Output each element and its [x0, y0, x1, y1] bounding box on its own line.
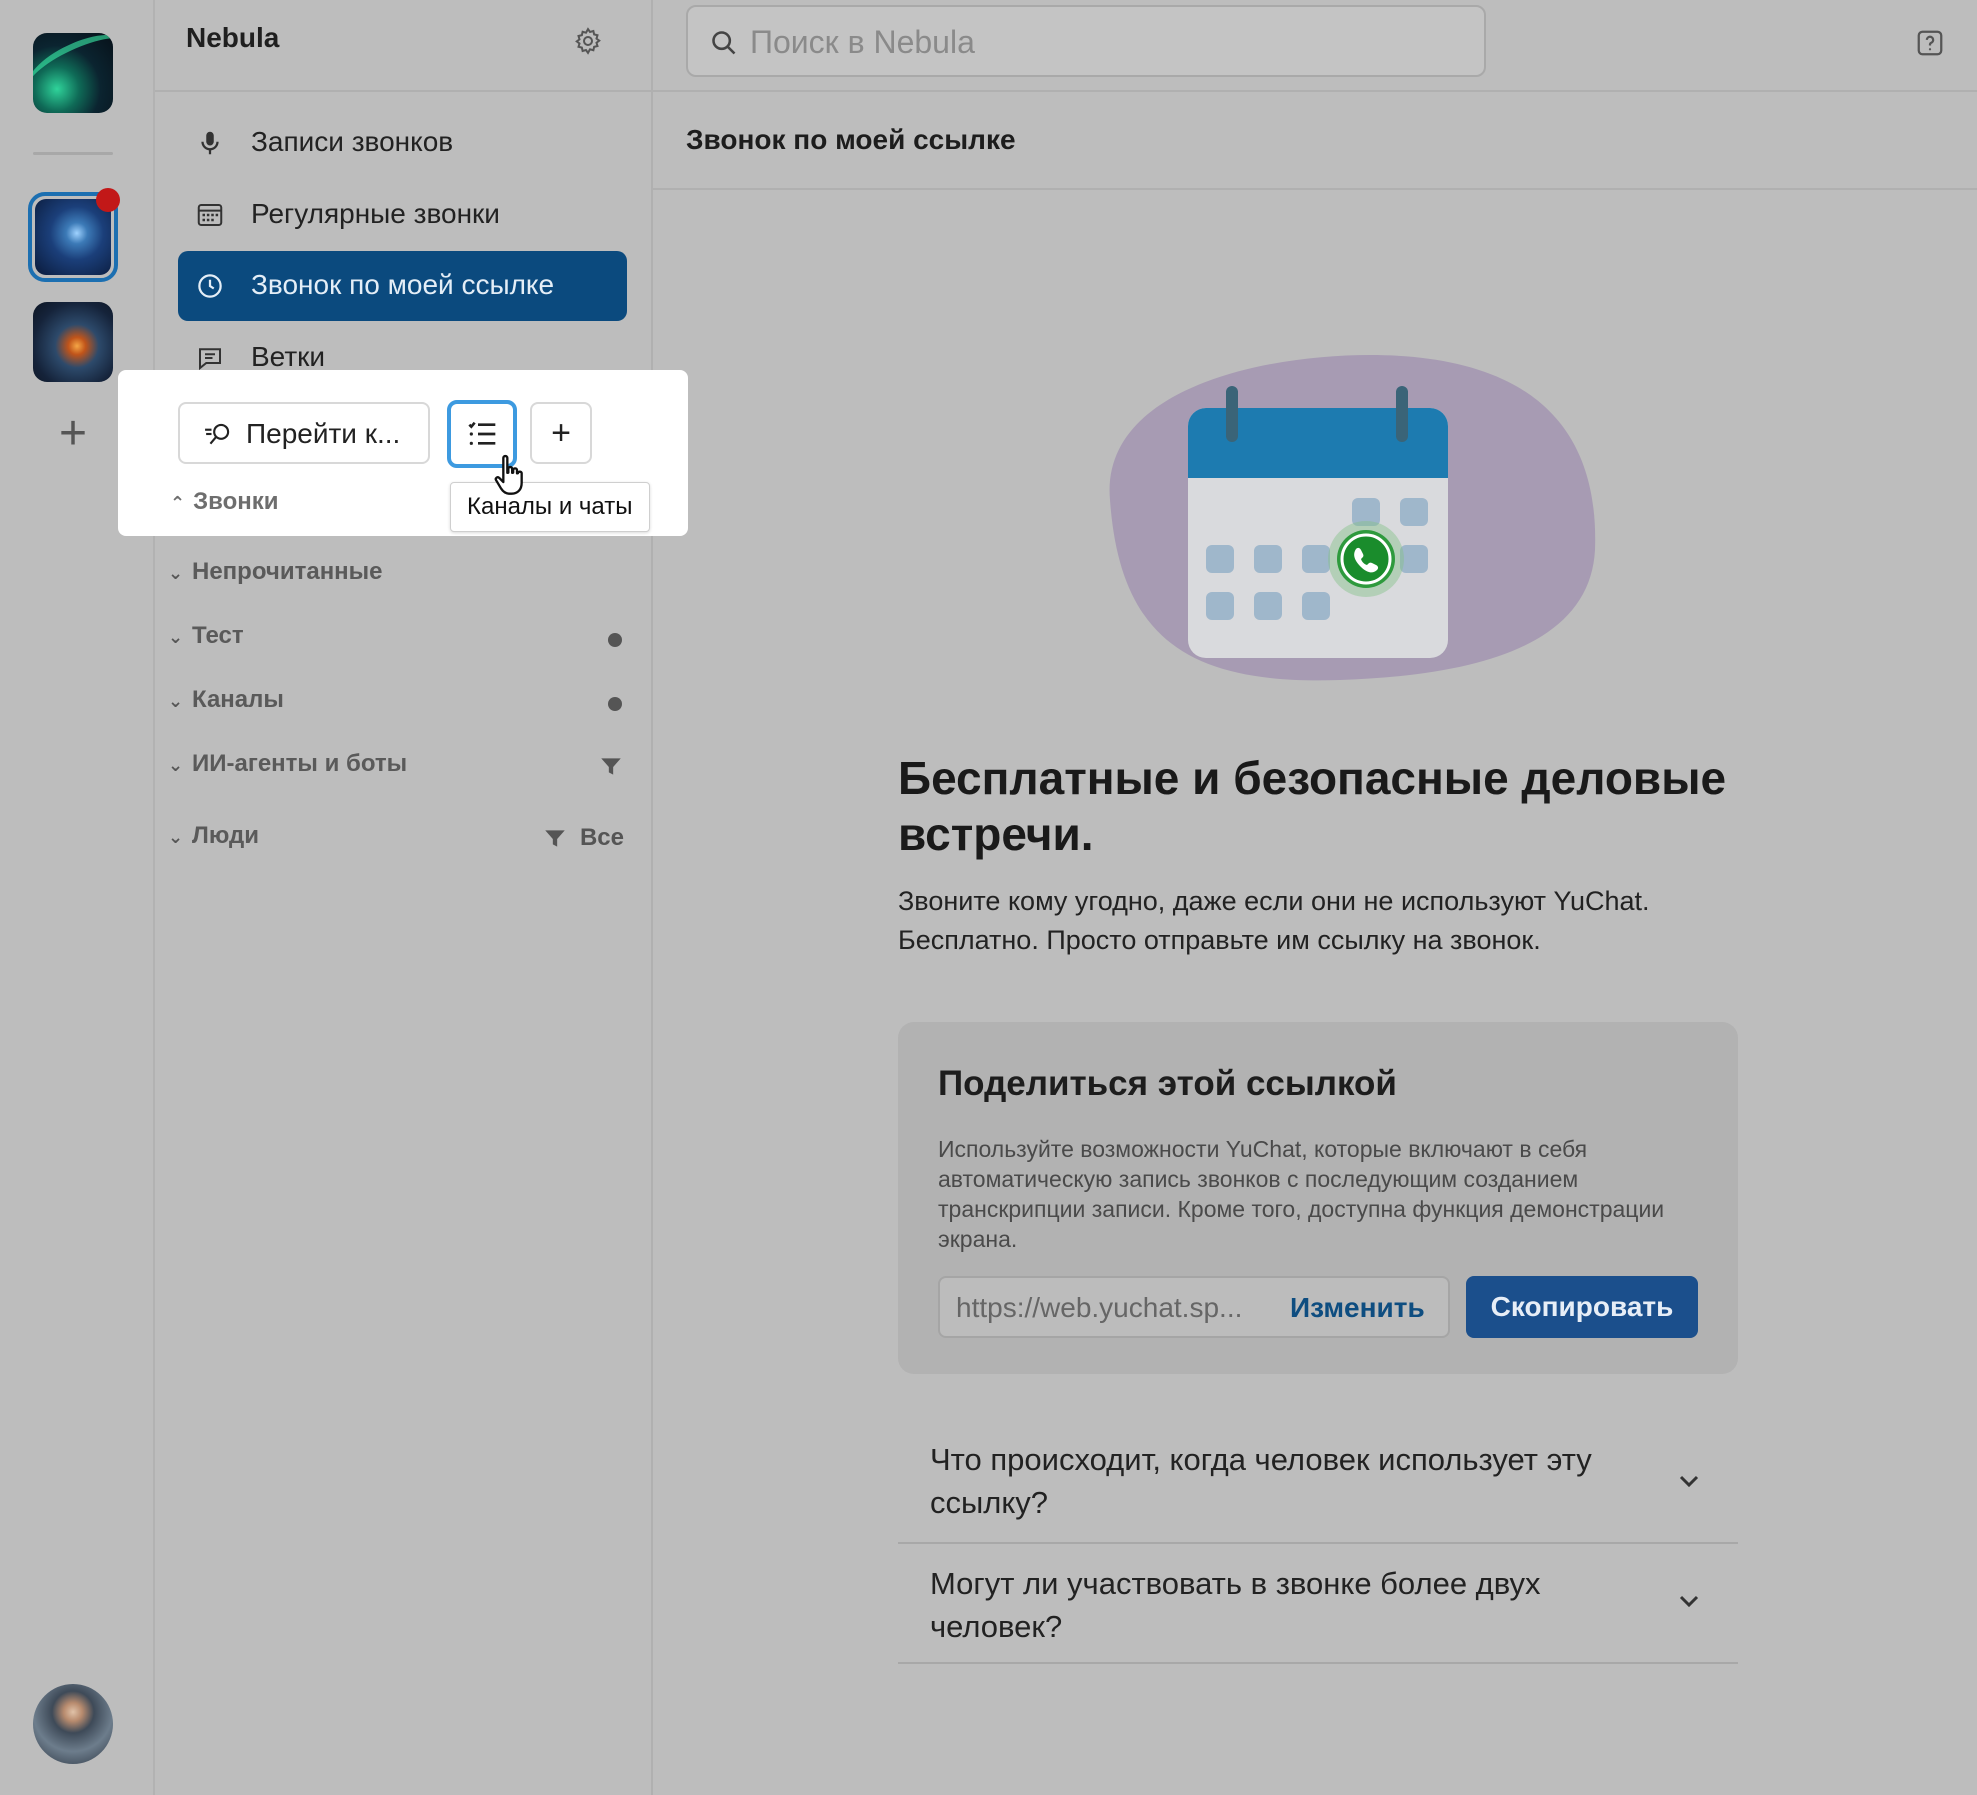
section-label: Непрочитанные	[192, 558, 383, 585]
faq-item[interactable]: Могут ли участвовать в звонке более двух…	[898, 1544, 1738, 1664]
goto-button[interactable]: Перейти к...	[178, 402, 430, 464]
section-calls[interactable]: ⌃ Звонки	[170, 488, 279, 516]
edit-link-button[interactable]: Изменить	[1290, 1292, 1425, 1324]
sidebar-header: Nebula	[155, 0, 651, 92]
notification-badge	[96, 188, 120, 212]
threads-icon	[199, 348, 221, 371]
chevron-down-icon	[1679, 1595, 1699, 1608]
chevron-down-icon: ⌄	[168, 563, 184, 583]
help-icon[interactable]	[1915, 28, 1945, 58]
share-card-title: Поделиться этой ссылкой	[938, 1064, 1397, 1103]
search-box[interactable]	[686, 5, 1486, 77]
calendar-icon	[197, 204, 223, 226]
headline: Бесплатные и безопасные деловые встречи.	[898, 752, 1727, 860]
add-button[interactable]: +	[530, 402, 592, 464]
workspace-rail: +	[0, 0, 155, 1795]
workspace-nebula-image	[35, 199, 111, 275]
call-link-field[interactable]: https://web.yuchat.sp... Изменить	[938, 1276, 1450, 1338]
toolbar-highlight: Перейти к... + ⌃ Звонки Каналы и чаты	[118, 370, 688, 536]
list-icon	[468, 421, 496, 445]
share-card-description: Используйте возможности YuChat, которые …	[938, 1136, 1665, 1252]
goto-label: Перейти к...	[246, 418, 401, 449]
share-link-card: Поделиться этой ссылкой Используйте возм…	[898, 1022, 1738, 1374]
calendar-call-illustration	[1109, 355, 1596, 681]
search-icon	[712, 31, 736, 55]
workspace-aurora[interactable]	[33, 33, 113, 113]
sidebar-item-label: Записи звонков	[251, 126, 454, 157]
sidebar-item-my-link-call[interactable]: Звонок по моей ссылке	[178, 251, 627, 321]
filter-icon[interactable]	[598, 754, 624, 780]
clock-icon	[198, 274, 222, 298]
chevron-down-icon	[1679, 1475, 1699, 1488]
section-label: Каналы	[192, 686, 284, 713]
section-people[interactable]: ⌄ Люди Все	[168, 822, 638, 862]
chevron-down-icon: ⌄	[168, 755, 184, 775]
section-ai-agents[interactable]: ⌄ ИИ-агенты и боты	[168, 750, 638, 790]
faq-item[interactable]: Что происходит, когда человек использует…	[898, 1420, 1738, 1544]
goto-search-icon	[205, 423, 230, 445]
copy-link-button[interactable]: Скопировать	[1466, 1276, 1698, 1338]
rail-divider	[33, 152, 113, 155]
subheadline: Звоните кому угодно, даже если они не ис…	[898, 886, 1650, 955]
user-avatar[interactable]	[33, 1684, 113, 1764]
hand-pointer-cursor-icon	[494, 454, 523, 495]
section-label: Тест	[192, 622, 244, 649]
section-label: ИИ-агенты и боты	[192, 750, 408, 777]
section-test[interactable]: ⌄ Тест	[168, 622, 638, 662]
faq-question: Что происходит, когда человек использует…	[930, 1442, 1592, 1520]
sidebar-item-call-recordings[interactable]: Записи звонков	[178, 108, 627, 178]
unread-dot	[608, 633, 622, 647]
chevron-down-icon: ⌄	[168, 627, 184, 647]
unread-dot	[608, 697, 622, 711]
section-label: Звонки	[193, 488, 279, 515]
sidebar-item-recurring-calls[interactable]: Регулярные звонки	[178, 180, 627, 250]
chevron-down-icon: ⌄	[168, 827, 184, 847]
sidebar: Nebula Записи звонков Регулярные звонки …	[155, 0, 653, 1795]
page-title: Звонок по моей ссылке	[686, 124, 1016, 155]
workspace-galaxy[interactable]	[33, 302, 113, 382]
section-channels[interactable]: ⌄ Каналы	[168, 686, 638, 726]
add-workspace-icon[interactable]: +	[46, 408, 100, 462]
call-link-value: https://web.yuchat.sp...	[956, 1292, 1243, 1323]
sidebar-item-label: Регулярные звонки	[251, 198, 500, 229]
top-bar	[653, 0, 1977, 92]
chevron-down-icon: ⌄	[168, 691, 184, 711]
sidebar-item-label: Ветки	[251, 341, 326, 372]
tooltip-channels-and-chats: Каналы и чаты	[450, 482, 650, 532]
gear-icon[interactable]	[573, 26, 603, 56]
microphone-icon	[201, 131, 219, 155]
faq-question: Могут ли участвовать в звонке более двух…	[930, 1566, 1541, 1644]
chevron-up-icon: ⌃	[170, 493, 186, 513]
search-input[interactable]	[748, 19, 1452, 65]
filter-icon[interactable]	[542, 826, 568, 852]
section-label: Люди	[192, 822, 260, 849]
page-header: Звонок по моей ссылке	[653, 92, 1977, 190]
people-filter-label[interactable]: Все	[580, 824, 624, 852]
sidebar-item-label: Звонок по моей ссылке	[251, 269, 555, 300]
workspace-name[interactable]: Nebula	[186, 22, 279, 54]
section-unread[interactable]: ⌄ Непрочитанные	[168, 558, 383, 598]
